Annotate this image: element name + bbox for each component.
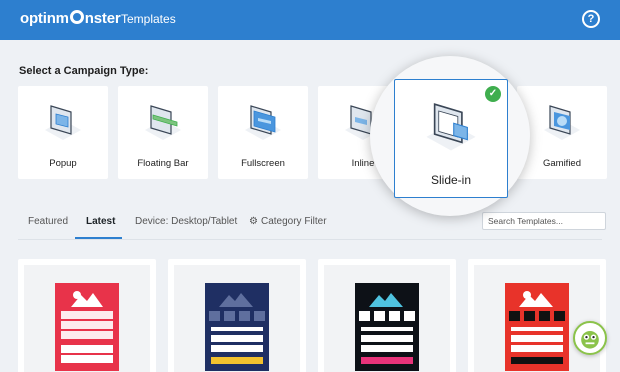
type-label: Floating Bar: [137, 158, 189, 169]
campaign-type-fullscreen[interactable]: Fullscreen: [218, 86, 308, 179]
template-thumbnail: [55, 283, 119, 371]
template-card[interactable]: [168, 259, 306, 372]
campaign-type-slide-in[interactable]: ✓ Slide-in: [394, 79, 508, 198]
popup-icon: [45, 105, 81, 140]
help-icon[interactable]: ?: [582, 10, 600, 28]
gear-icon: ⚙: [249, 216, 258, 227]
template-preview: [324, 265, 450, 372]
fullscreen-icon: [245, 105, 281, 140]
gamified-icon: [544, 105, 580, 140]
template-card[interactable]: [468, 259, 606, 372]
category-filter-label: Category Filter: [260, 216, 327, 227]
template-thumbnail: [205, 283, 269, 371]
template-thumbnail: [505, 283, 569, 371]
campaign-type-gamified[interactable]: Gamified: [517, 86, 607, 179]
app-header: optinm nster Templates ?: [0, 0, 620, 40]
category-filter[interactable]: ⚙ Category Filter: [249, 216, 327, 227]
type-label: Slide-in: [430, 173, 472, 187]
campaign-type-floating-bar[interactable]: Floating Bar: [118, 86, 208, 179]
optinmonster-logo[interactable]: optinm nster: [20, 10, 121, 27]
template-thumbnail: [355, 283, 419, 371]
template-card[interactable]: [18, 259, 156, 372]
campaign-type-popup[interactable]: Popup: [18, 86, 108, 179]
checkmark-icon: ✓: [485, 86, 501, 102]
type-label: Popup: [49, 158, 77, 169]
template-card[interactable]: [318, 259, 456, 372]
page-title: Templates: [121, 12, 176, 26]
template-preview: [474, 265, 600, 372]
tabs-divider: [18, 239, 602, 240]
type-label: Gamified: [542, 158, 581, 169]
tab-device[interactable]: Device: Desktop/Tablet: [135, 216, 237, 227]
type-label: Fullscreen: [241, 158, 285, 169]
tab-latest[interactable]: Latest: [86, 216, 115, 227]
slide-in-icon: [426, 103, 476, 151]
mascot-icon[interactable]: [573, 321, 607, 355]
floating-bar-icon: [145, 105, 181, 140]
template-preview: [24, 265, 150, 372]
search-input[interactable]: [482, 212, 606, 230]
template-preview: [174, 265, 300, 372]
tab-featured[interactable]: Featured: [28, 216, 68, 227]
campaign-type-label: Select a Campaign Type:: [19, 65, 149, 77]
